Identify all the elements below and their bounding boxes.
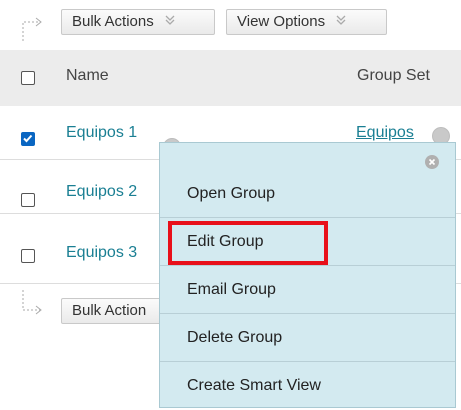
select-arrow-icon <box>22 290 42 315</box>
select-all-checkbox[interactable] <box>21 71 35 85</box>
row-checkbox[interactable] <box>21 193 35 207</box>
view-options-button[interactable]: View Options <box>226 9 387 35</box>
group-set-link[interactable]: Equipos <box>356 124 414 142</box>
group-context-menu: Open Group Edit Group Email Group Delete… <box>159 142 456 408</box>
close-icon[interactable] <box>425 155 439 169</box>
group-name-link[interactable]: Equipos 3 <box>66 244 137 262</box>
row-checkbox[interactable] <box>21 249 35 263</box>
menu-item-create-smart-view[interactable]: Create Smart View <box>160 362 455 410</box>
bulk-actions-label: Bulk Actions <box>72 13 154 30</box>
double-chevron-down-icon <box>335 10 347 34</box>
double-chevron-down-icon <box>164 10 176 34</box>
row-checkbox[interactable] <box>21 132 35 146</box>
menu-item-email-group[interactable]: Email Group <box>160 266 455 314</box>
group-name-link[interactable]: Equipos 1 <box>66 124 137 142</box>
table-header: Name Group Set <box>0 50 461 106</box>
group-name-link[interactable]: Equipos 2 <box>66 183 137 201</box>
menu-item-delete-group[interactable]: Delete Group <box>160 314 455 362</box>
select-arrow-icon <box>22 17 42 41</box>
menu-item-open-group[interactable]: Open Group <box>160 170 455 218</box>
column-header-group-set[interactable]: Group Set <box>357 67 430 85</box>
highlight-box <box>168 221 328 265</box>
column-header-name[interactable]: Name <box>66 67 109 85</box>
bulk-actions-button[interactable]: Bulk Actions <box>61 9 215 35</box>
view-options-label: View Options <box>237 13 326 30</box>
bulk-actions-label: Bulk Action <box>72 302 147 319</box>
